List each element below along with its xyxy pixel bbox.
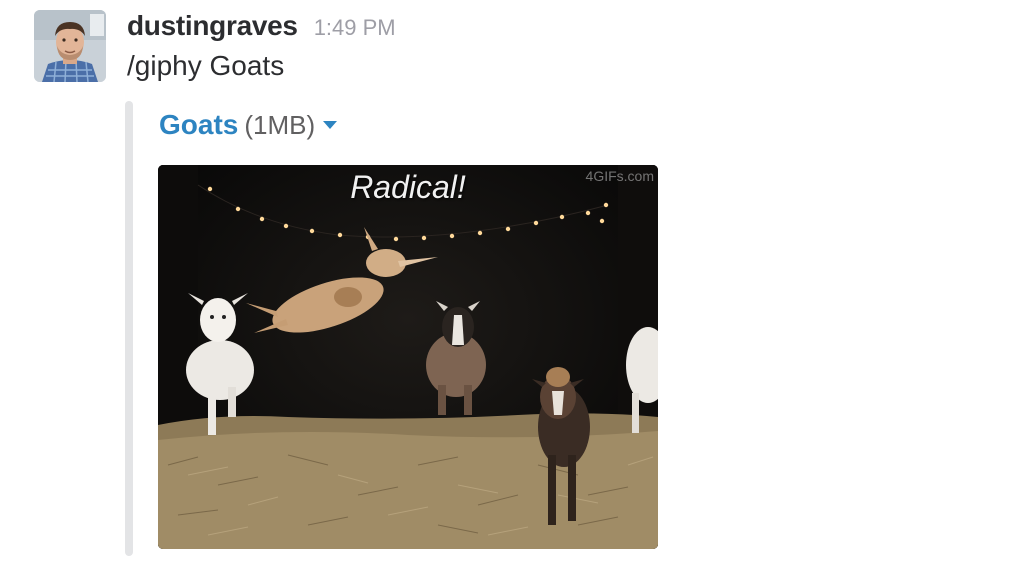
gif-scene [158, 165, 658, 549]
avatar-image [34, 10, 106, 82]
attachment-title-link[interactable]: Goats [159, 109, 238, 141]
message-header: dustingraves 1:49 PM [127, 10, 396, 48]
attachment-title: Goats (1MB) [159, 107, 338, 143]
username[interactable]: dustingraves [127, 10, 298, 42]
avatar[interactable] [34, 10, 106, 82]
gif-watermark: 4GIFs.com [585, 168, 654, 184]
caret-down-icon[interactable] [323, 121, 338, 129]
attachment-bar [125, 101, 133, 556]
message: dustingraves 1:49 PM /giphy Goats Goats … [0, 0, 1012, 584]
gif-image[interactable]: Radical! 4GIFs.com [158, 165, 658, 549]
gif-caption: Radical! [350, 169, 466, 205]
message-text: /giphy Goats [127, 50, 285, 81]
attachment-file-size: (1MB) [244, 109, 316, 140]
timestamp[interactable]: 1:49 PM [314, 15, 396, 41]
